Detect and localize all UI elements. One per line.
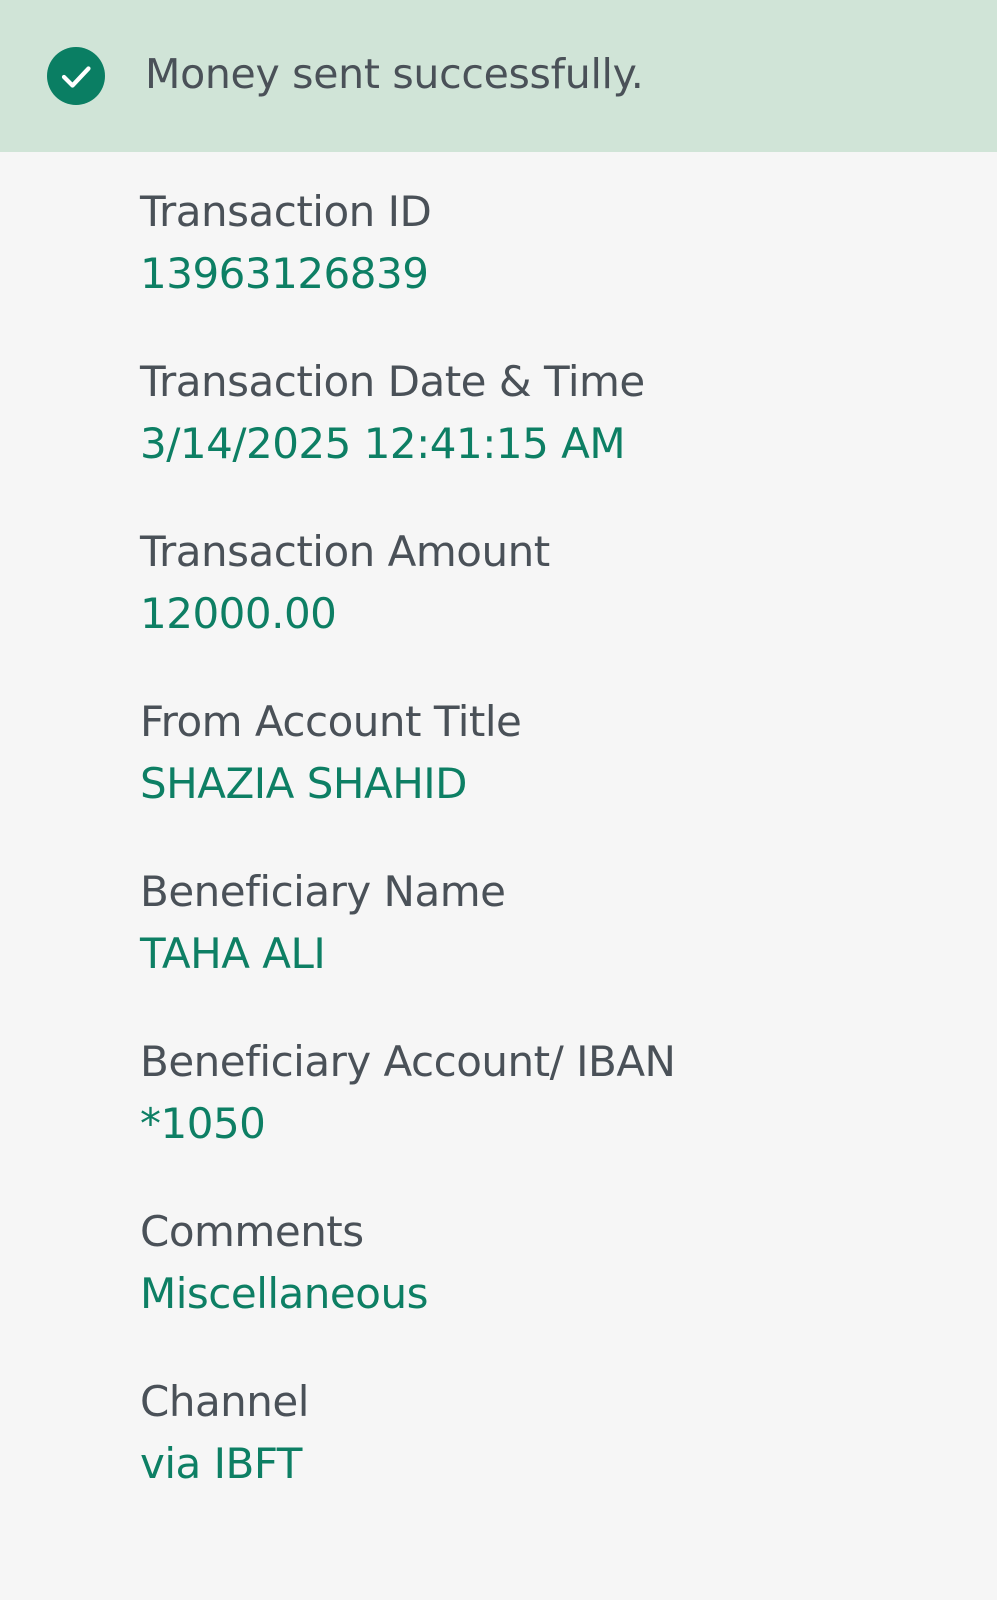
comments-value: Miscellaneous xyxy=(140,1269,428,1318)
transaction-datetime-value: 3/14/2025 12:41:15 AM xyxy=(140,419,626,468)
beneficiary-name-field: Beneficiary Name TAHA ALI xyxy=(140,864,960,1034)
beneficiary-account-field: Beneficiary Account/ IBAN *1050 xyxy=(140,1034,960,1204)
transaction-amount-value: 12000.00 xyxy=(140,589,337,638)
beneficiary-name-label: Beneficiary Name xyxy=(140,867,506,916)
transaction-id-field: Transaction ID 13963126839 xyxy=(140,184,960,354)
from-account-title-field: From Account Title SHAZIA SHAHID xyxy=(140,694,960,864)
check-circle-icon xyxy=(47,47,105,105)
transaction-details: Transaction ID 13963126839 Transaction D… xyxy=(140,184,960,1544)
transaction-datetime-field: Transaction Date & Time 3/14/2025 12:41:… xyxy=(140,354,960,524)
channel-field: Channel via IBFT xyxy=(140,1374,960,1544)
beneficiary-account-value: *1050 xyxy=(140,1099,266,1148)
success-banner: Money sent successfully. xyxy=(0,0,997,152)
from-account-title-value: SHAZIA SHAHID xyxy=(140,759,468,808)
channel-label: Channel xyxy=(140,1377,309,1426)
transaction-datetime-label: Transaction Date & Time xyxy=(140,357,645,406)
success-message: Money sent successfully. xyxy=(145,50,644,98)
beneficiary-account-label: Beneficiary Account/ IBAN xyxy=(140,1037,676,1086)
beneficiary-name-value: TAHA ALI xyxy=(140,929,326,978)
channel-value: via IBFT xyxy=(140,1439,302,1488)
comments-label: Comments xyxy=(140,1207,364,1256)
transaction-amount-label: Transaction Amount xyxy=(140,527,550,576)
transaction-id-value: 13963126839 xyxy=(140,249,429,298)
transaction-amount-field: Transaction Amount 12000.00 xyxy=(140,524,960,694)
from-account-title-label: From Account Title xyxy=(140,697,522,746)
transaction-id-label: Transaction ID xyxy=(140,187,432,236)
comments-field: Comments Miscellaneous xyxy=(140,1204,960,1374)
